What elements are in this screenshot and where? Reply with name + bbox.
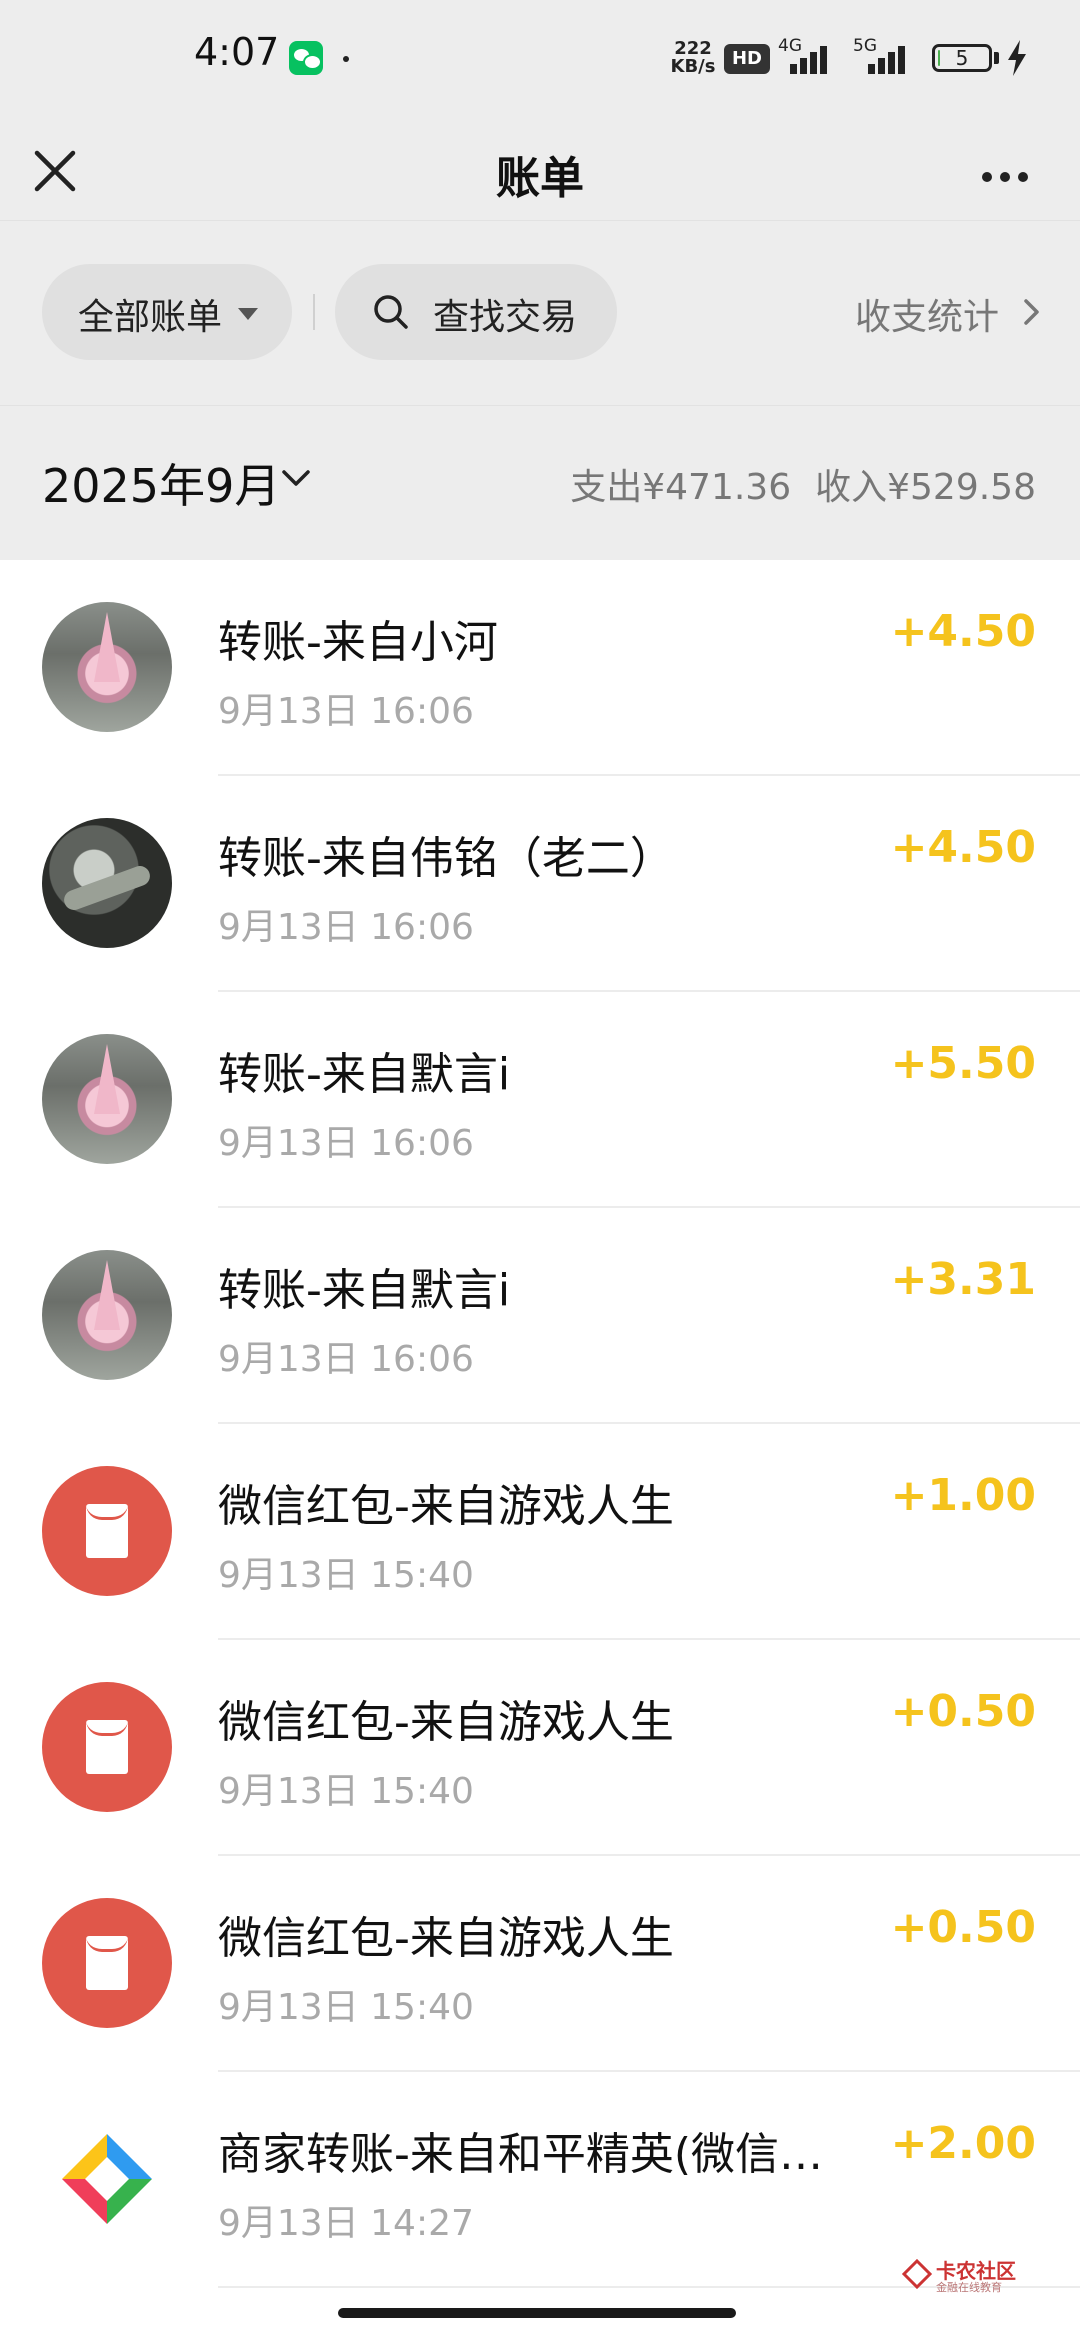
month-row: 2025年9月 支出¥471.36 收入¥529.58 xyxy=(0,405,1080,561)
month-summary: 支出¥471.36 收入¥529.58 xyxy=(546,458,1036,510)
transaction-row[interactable]: 微信红包-来自游戏人生 9月13日 15:40 +0.50 xyxy=(0,1640,1080,1856)
transaction-row[interactable]: 微信红包-来自游戏人生 9月13日 15:40 +1.00 xyxy=(0,1424,1080,1640)
status-bar: 4:07 222 KB/s HD 4G 5G 5 xyxy=(0,0,1080,120)
hd-badge: HD xyxy=(724,44,770,74)
transaction-amount: +4.50 xyxy=(890,822,1036,873)
month-selector[interactable]: 2025年9月 xyxy=(42,450,280,516)
transaction-title: 转账-来自默言i xyxy=(218,1049,511,1100)
month-expense: 支出¥471.36 xyxy=(570,467,792,508)
transaction-amount: +0.50 xyxy=(890,1902,1036,1953)
battery-cap xyxy=(994,52,999,64)
transaction-row[interactable]: 微信红包-来自游戏人生 9月13日 15:40 +0.50 xyxy=(0,1856,1080,2072)
caret-down-icon xyxy=(238,308,258,320)
notification-dot-icon xyxy=(343,56,349,62)
charging-icon xyxy=(1008,40,1026,76)
signal-icon xyxy=(868,42,916,74)
filter-divider xyxy=(313,294,315,330)
battery-icon: 5 xyxy=(932,44,992,72)
transaction-time: 9月13日 16:06 xyxy=(218,1339,474,1380)
transaction-time: 9月13日 15:40 xyxy=(218,1771,474,1812)
home-indicator[interactable] xyxy=(338,2308,736,2318)
month-income: 收入¥529.58 xyxy=(815,467,1036,508)
transaction-title: 转账-来自默言i xyxy=(218,1265,511,1316)
transaction-amount: +0.50 xyxy=(890,1686,1036,1737)
more-options-icon[interactable] xyxy=(970,140,1040,210)
red-packet-icon xyxy=(42,1466,172,1596)
stats-link[interactable]: 收支统计 xyxy=(855,288,1039,340)
filter-row: 全部账单 查找交易 收支统计 xyxy=(0,220,1080,406)
transaction-time: 9月13日 16:06 xyxy=(218,1123,474,1164)
transaction-title: 微信红包-来自游戏人生 xyxy=(218,1913,674,1964)
chevron-right-icon xyxy=(1024,299,1039,325)
transaction-title: 微信红包-来自游戏人生 xyxy=(218,1481,674,1532)
merchant-logo-shape xyxy=(62,2134,152,2224)
transaction-amount: +3.31 xyxy=(890,1254,1036,1305)
merchant-logo-icon xyxy=(42,2114,172,2244)
transaction-row[interactable]: 转账-来自默言i 9月13日 16:06 +5.50 xyxy=(0,992,1080,1208)
network-speed-unit: KB/s xyxy=(670,56,716,77)
transaction-amount: +4.50 xyxy=(890,606,1036,657)
transaction-row[interactable]: 转账-来自伟铭（老二） 9月13日 16:06 +4.50 xyxy=(0,776,1080,992)
transaction-time: 9月13日 15:40 xyxy=(218,1555,474,1596)
avatar xyxy=(42,1250,172,1380)
transaction-amount: +5.50 xyxy=(890,1038,1036,1089)
watermark-logo-icon xyxy=(902,2259,932,2289)
avatar xyxy=(42,1034,172,1164)
all-bills-dropdown[interactable]: 全部账单 xyxy=(42,264,292,360)
transaction-amount: +2.00 xyxy=(890,2118,1036,2169)
red-packet-icon xyxy=(42,1898,172,2028)
page-title: 账单 xyxy=(496,153,584,204)
stats-label: 收支统计 xyxy=(855,297,1000,338)
battery-percent: 5 xyxy=(955,46,969,70)
wechat-notification-icon xyxy=(289,41,323,75)
transaction-time: 9月13日 16:06 xyxy=(218,691,474,732)
transaction-row[interactable]: 转账-来自默言i 9月13日 16:06 +3.31 xyxy=(0,1208,1080,1424)
header: 账单 xyxy=(0,120,1080,220)
search-transactions-button[interactable]: 查找交易 xyxy=(335,264,617,360)
watermark: 卡农社区 金融在线教育 xyxy=(902,2255,1052,2295)
network-speed: 222 KB/s xyxy=(666,40,720,76)
status-time: 4:07 xyxy=(194,30,280,74)
transaction-time: 9月13日 15:40 xyxy=(218,1987,474,2028)
signal-icon xyxy=(790,42,838,74)
transaction-row[interactable]: 转账-来自小河 9月13日 16:06 +4.50 xyxy=(0,560,1080,776)
all-bills-label: 全部账单 xyxy=(78,297,223,338)
transaction-title: 转账-来自小河 xyxy=(218,617,498,668)
search-icon xyxy=(374,295,408,329)
red-packet-icon xyxy=(42,1682,172,1812)
transaction-title: 转账-来自伟铭（老二） xyxy=(218,833,674,884)
transaction-title: 微信红包-来自游戏人生 xyxy=(218,1697,674,1748)
chevron-down-icon[interactable] xyxy=(280,468,312,490)
watermark-subtitle: 金融在线教育 xyxy=(936,2281,1002,2294)
search-transactions-label: 查找交易 xyxy=(433,297,578,338)
transaction-amount: +1.00 xyxy=(890,1470,1036,1521)
avatar xyxy=(42,818,172,948)
transaction-time: 9月13日 16:06 xyxy=(218,907,474,948)
transaction-title: 商家转账-来自和平精英(微信… xyxy=(218,2129,824,2180)
transaction-time: 9月13日 14:27 xyxy=(218,2203,474,2244)
avatar xyxy=(42,602,172,732)
